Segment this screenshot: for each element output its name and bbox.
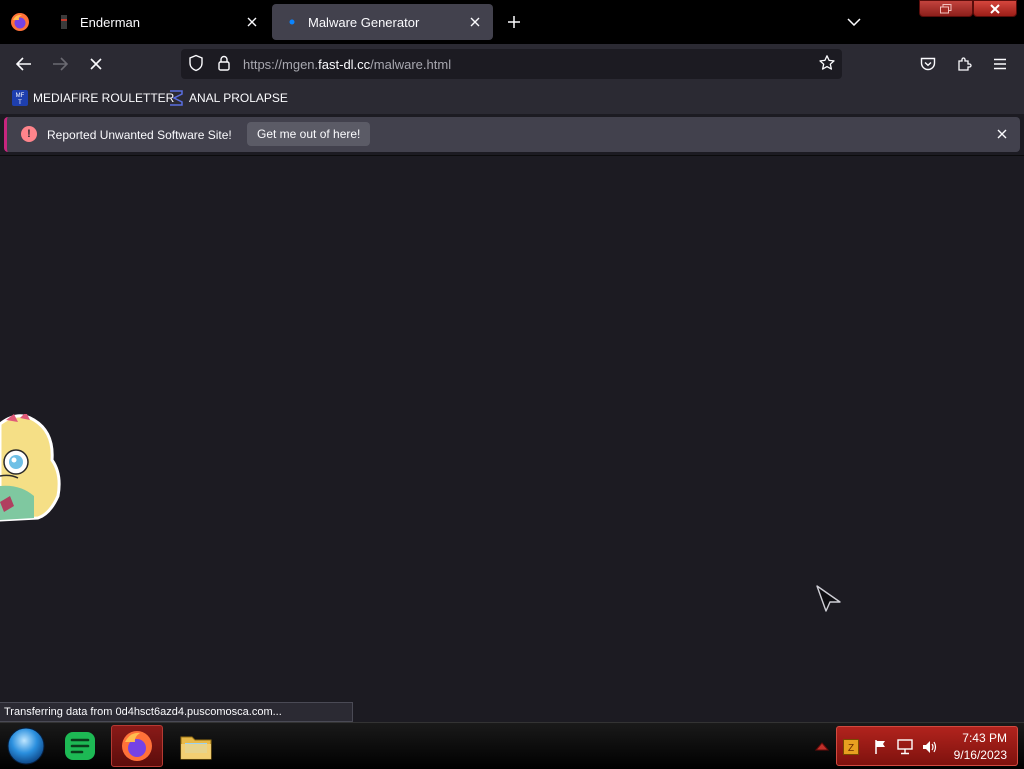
taskbar: Z 7:43 PM 9/16/2023: [0, 722, 1024, 769]
action-center-flag-icon[interactable]: [873, 739, 889, 755]
tracking-protection-shield-icon[interactable]: [187, 54, 205, 77]
url-path: /malware.html: [370, 57, 452, 72]
navigation-toolbar: https://mgen.fast-dl.cc/malware.html: [0, 44, 1024, 84]
tab-strip: Enderman Malware Generator: [0, 0, 1024, 44]
start-orb-icon: [7, 727, 45, 765]
page-content: [0, 155, 1024, 722]
close-tab-icon[interactable]: [240, 10, 264, 34]
forward-button[interactable]: [48, 52, 72, 76]
hamburger-menu-icon: [994, 58, 1006, 70]
url-bar[interactable]: https://mgen.fast-dl.cc/malware.html: [181, 49, 842, 79]
mediafire-icon: MF T: [12, 90, 28, 106]
tab-title: Malware Generator: [308, 14, 420, 30]
firefox-icon: [122, 731, 152, 761]
bookmark-label: MEDIAFIRE ROULETTER: [33, 91, 175, 105]
start-button[interactable]: [0, 725, 52, 767]
url-prefix: https://mgen.: [243, 57, 319, 72]
unwanted-software-notification: ! Reported Unwanted Software Site! Get m…: [4, 117, 1020, 152]
close-tab-icon[interactable]: [463, 10, 487, 34]
restore-icon: [940, 3, 952, 13]
app-tray-icon[interactable]: Z: [843, 739, 859, 755]
enderman-favicon-icon: [56, 14, 72, 30]
new-tab-button[interactable]: [502, 10, 526, 34]
close-notification-button[interactable]: [994, 126, 1010, 142]
status-panel: Transferring data from 0d4hsct6azd4.pusc…: [0, 702, 353, 722]
lock-icon[interactable]: [215, 54, 233, 77]
firefox-menu-icon[interactable]: [10, 12, 30, 32]
pocket-icon: [920, 57, 936, 71]
puzzle-piece-icon: [958, 57, 972, 71]
plus-icon: [508, 16, 520, 28]
taskbar-file-explorer[interactable]: [170, 725, 222, 767]
loading-dot-icon: [284, 14, 300, 30]
arrow-left-icon: [16, 57, 31, 71]
notification-message: Reported Unwanted Software Site!: [47, 128, 232, 142]
close-window-button[interactable]: [973, 0, 1017, 17]
url-domain: fast-dl.cc: [318, 57, 371, 72]
stop-loading-button[interactable]: [84, 52, 108, 76]
clock-date: 9/16/2023: [953, 748, 1007, 762]
tab-enderman[interactable]: Enderman: [44, 4, 270, 40]
taskbar-firefox[interactable]: [111, 725, 163, 767]
url-text[interactable]: https://mgen.fast-dl.cc/malware.html: [243, 57, 451, 72]
arrow-right-icon: [53, 57, 68, 71]
back-button[interactable]: [12, 52, 36, 76]
clock-time: 7:43 PM: [962, 731, 1007, 745]
bookmark-label: ANAL PROLAPSE: [189, 91, 288, 105]
bookmark-anal-prolapse[interactable]: ANAL PROLAPSE: [168, 90, 288, 106]
network-icon[interactable]: [897, 739, 913, 755]
sigma-icon: [168, 90, 184, 106]
system-tray: Z 7:43 PM 9/16/2023: [836, 726, 1018, 766]
tab-title: Enderman: [80, 14, 140, 30]
show-hidden-icons-icon[interactable]: [814, 738, 830, 754]
clock[interactable]: 7:43 PM 9/16/2023: [954, 730, 1007, 764]
cartoon-character-sticker: [0, 414, 61, 522]
close-icon: [997, 129, 1007, 139]
taskbar-notes-app[interactable]: [54, 725, 106, 767]
pocket-button[interactable]: [916, 52, 940, 76]
folder-icon: [180, 736, 212, 760]
list-all-tabs-button[interactable]: [842, 10, 866, 34]
bookmark-mediafire-rouletter[interactable]: MF T MEDIAFIRE ROULETTER: [12, 90, 174, 106]
volume-icon[interactable]: [921, 739, 937, 755]
stop-icon: [90, 58, 102, 70]
mouse-pointer-icon: [816, 585, 841, 612]
close-icon: [990, 3, 1000, 14]
restore-window-button[interactable]: [919, 0, 973, 17]
notes-app-icon: [65, 732, 95, 760]
svg-text:Z: Z: [848, 743, 854, 754]
chevron-down-icon: [847, 18, 861, 26]
bookmarks-toolbar: MF T MEDIAFIRE ROULETTER ANAL PROLAPSE: [0, 84, 1024, 114]
svg-text:MF: MF: [16, 93, 25, 99]
bookmark-star-icon[interactable]: [818, 54, 836, 77]
warning-icon: !: [21, 126, 37, 142]
app-menu-button[interactable]: [988, 52, 1012, 76]
svg-text:T: T: [18, 100, 22, 106]
tab-malware-generator[interactable]: Malware Generator: [272, 4, 493, 40]
get-me-out-button[interactable]: Get me out of here!: [247, 122, 371, 146]
extensions-button[interactable]: [952, 52, 976, 76]
